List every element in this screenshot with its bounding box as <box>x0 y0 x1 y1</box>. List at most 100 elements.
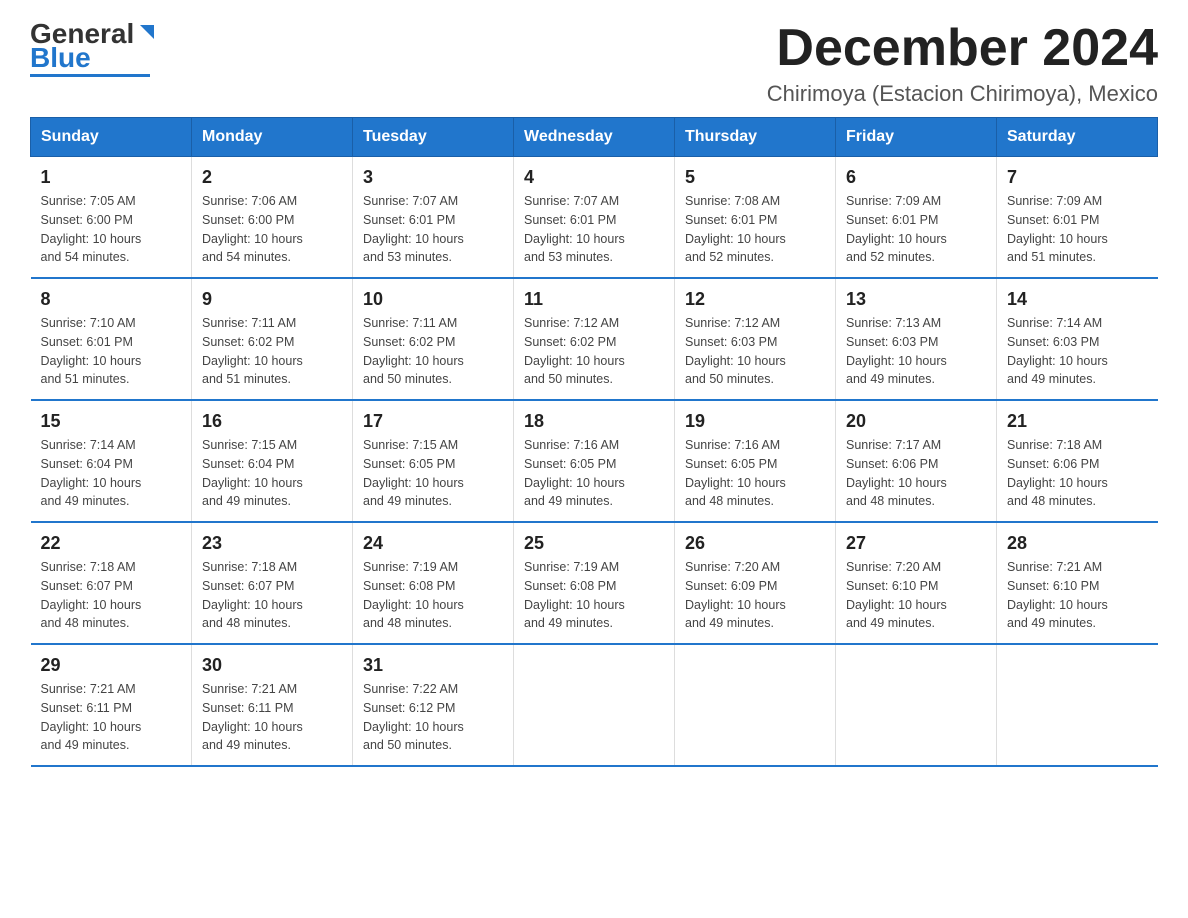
calendar-cell: 26 Sunrise: 7:20 AM Sunset: 6:09 PM Dayli… <box>675 522 836 644</box>
calendar-cell: 23 Sunrise: 7:18 AM Sunset: 6:07 PM Dayli… <box>192 522 353 644</box>
calendar-cell: 1 Sunrise: 7:05 AM Sunset: 6:00 PM Daylig… <box>31 157 192 279</box>
day-info: Sunrise: 7:19 AM Sunset: 6:08 PM Dayligh… <box>363 558 503 633</box>
day-info: Sunrise: 7:20 AM Sunset: 6:09 PM Dayligh… <box>685 558 825 633</box>
day-number: 6 <box>846 167 986 188</box>
day-number: 20 <box>846 411 986 432</box>
day-info: Sunrise: 7:05 AM Sunset: 6:00 PM Dayligh… <box>41 192 182 267</box>
calendar-cell: 21 Sunrise: 7:18 AM Sunset: 6:06 PM Dayli… <box>997 400 1158 522</box>
subtitle: Chirimoya (Estacion Chirimoya), Mexico <box>767 81 1158 107</box>
day-info: Sunrise: 7:21 AM Sunset: 6:11 PM Dayligh… <box>202 680 342 755</box>
logo-triangle-icon <box>136 21 158 43</box>
day-number: 5 <box>685 167 825 188</box>
day-number: 18 <box>524 411 664 432</box>
calendar-cell: 24 Sunrise: 7:19 AM Sunset: 6:08 PM Dayli… <box>353 522 514 644</box>
day-info: Sunrise: 7:21 AM Sunset: 6:10 PM Dayligh… <box>1007 558 1148 633</box>
day-number: 10 <box>363 289 503 310</box>
day-info: Sunrise: 7:19 AM Sunset: 6:08 PM Dayligh… <box>524 558 664 633</box>
calendar-cell <box>997 644 1158 766</box>
day-number: 25 <box>524 533 664 554</box>
day-number: 22 <box>41 533 182 554</box>
calendar-cell: 27 Sunrise: 7:20 AM Sunset: 6:10 PM Dayli… <box>836 522 997 644</box>
calendar-cell <box>675 644 836 766</box>
calendar-week-row: 15Sunrise: 7:14 AM Sunset: 6:04 PM Dayli… <box>31 400 1158 522</box>
logo-underline <box>30 74 150 77</box>
calendar-week-row: 8 Sunrise: 7:10 AM Sunset: 6:01 PM Daylig… <box>31 278 1158 400</box>
day-info: Sunrise: 7:20 AM Sunset: 6:10 PM Dayligh… <box>846 558 986 633</box>
day-info: Sunrise: 7:10 AM Sunset: 6:01 PM Dayligh… <box>41 314 182 389</box>
day-info: Sunrise: 7:12 AM Sunset: 6:02 PM Dayligh… <box>524 314 664 389</box>
col-header-wednesday: Wednesday <box>514 118 675 157</box>
calendar-cell: 16 Sunrise: 7:15 AM Sunset: 6:04 PM Dayli… <box>192 400 353 522</box>
day-info: Sunrise: 7:11 AM Sunset: 6:02 PM Dayligh… <box>202 314 342 389</box>
day-info: Sunrise: 7:14 AM Sunset: 6:03 PM Dayligh… <box>1007 314 1148 389</box>
day-info: Sunrise: 7:16 AM Sunset: 6:05 PM Dayligh… <box>685 436 825 511</box>
day-number: 9 <box>202 289 342 310</box>
calendar-cell: 9 Sunrise: 7:11 AM Sunset: 6:02 PM Daylig… <box>192 278 353 400</box>
calendar-cell <box>514 644 675 766</box>
calendar-cell: 31Sunrise: 7:22 AM Sunset: 6:12 PM Dayli… <box>353 644 514 766</box>
calendar-cell: 6 Sunrise: 7:09 AM Sunset: 6:01 PM Daylig… <box>836 157 997 279</box>
calendar-cell: 8 Sunrise: 7:10 AM Sunset: 6:01 PM Daylig… <box>31 278 192 400</box>
day-number: 8 <box>41 289 182 310</box>
day-number: 26 <box>685 533 825 554</box>
day-number: 15 <box>41 411 182 432</box>
day-info: Sunrise: 7:18 AM Sunset: 6:07 PM Dayligh… <box>41 558 182 633</box>
logo-blue-text: Blue <box>30 44 91 72</box>
col-header-thursday: Thursday <box>675 118 836 157</box>
col-header-friday: Friday <box>836 118 997 157</box>
calendar-cell: 22 Sunrise: 7:18 AM Sunset: 6:07 PM Dayli… <box>31 522 192 644</box>
day-number: 21 <box>1007 411 1148 432</box>
day-number: 11 <box>524 289 664 310</box>
main-title: December 2024 <box>767 20 1158 77</box>
calendar-cell: 25 Sunrise: 7:19 AM Sunset: 6:08 PM Dayli… <box>514 522 675 644</box>
calendar-cell: 30 Sunrise: 7:21 AM Sunset: 6:11 PM Dayli… <box>192 644 353 766</box>
day-number: 23 <box>202 533 342 554</box>
day-info: Sunrise: 7:18 AM Sunset: 6:07 PM Dayligh… <box>202 558 342 633</box>
day-info: Sunrise: 7:11 AM Sunset: 6:02 PM Dayligh… <box>363 314 503 389</box>
day-info: Sunrise: 7:09 AM Sunset: 6:01 PM Dayligh… <box>1007 192 1148 267</box>
day-info: Sunrise: 7:22 AM Sunset: 6:12 PM Dayligh… <box>363 680 503 755</box>
logo: General Blue <box>30 20 158 77</box>
day-number: 12 <box>685 289 825 310</box>
calendar-cell: 20 Sunrise: 7:17 AM Sunset: 6:06 PM Dayli… <box>836 400 997 522</box>
day-info: Sunrise: 7:09 AM Sunset: 6:01 PM Dayligh… <box>846 192 986 267</box>
day-number: 19 <box>685 411 825 432</box>
col-header-sunday: Sunday <box>31 118 192 157</box>
calendar-cell: 14Sunrise: 7:14 AM Sunset: 6:03 PM Dayli… <box>997 278 1158 400</box>
day-info: Sunrise: 7:15 AM Sunset: 6:04 PM Dayligh… <box>202 436 342 511</box>
calendar-cell: 28 Sunrise: 7:21 AM Sunset: 6:10 PM Dayli… <box>997 522 1158 644</box>
calendar-cell: 10 Sunrise: 7:11 AM Sunset: 6:02 PM Dayli… <box>353 278 514 400</box>
day-number: 30 <box>202 655 342 676</box>
page-header: General Blue December 2024 Chirimoya (Es… <box>30 20 1158 107</box>
day-info: Sunrise: 7:16 AM Sunset: 6:05 PM Dayligh… <box>524 436 664 511</box>
day-number: 2 <box>202 167 342 188</box>
calendar-header-row: SundayMondayTuesdayWednesdayThursdayFrid… <box>31 118 1158 157</box>
calendar-week-row: 1 Sunrise: 7:05 AM Sunset: 6:00 PM Daylig… <box>31 157 1158 279</box>
day-number: 27 <box>846 533 986 554</box>
calendar-cell: 18 Sunrise: 7:16 AM Sunset: 6:05 PM Dayli… <box>514 400 675 522</box>
day-number: 1 <box>41 167 182 188</box>
title-section: December 2024 Chirimoya (Estacion Chirim… <box>767 20 1158 107</box>
day-number: 24 <box>363 533 503 554</box>
calendar-cell: 17Sunrise: 7:15 AM Sunset: 6:05 PM Dayli… <box>353 400 514 522</box>
day-number: 28 <box>1007 533 1148 554</box>
calendar-cell: 15Sunrise: 7:14 AM Sunset: 6:04 PM Dayli… <box>31 400 192 522</box>
calendar-cell: 4Sunrise: 7:07 AM Sunset: 6:01 PM Daylig… <box>514 157 675 279</box>
day-number: 3 <box>363 167 503 188</box>
day-info: Sunrise: 7:07 AM Sunset: 6:01 PM Dayligh… <box>363 192 503 267</box>
calendar-cell: 29Sunrise: 7:21 AM Sunset: 6:11 PM Dayli… <box>31 644 192 766</box>
day-info: Sunrise: 7:15 AM Sunset: 6:05 PM Dayligh… <box>363 436 503 511</box>
day-info: Sunrise: 7:06 AM Sunset: 6:00 PM Dayligh… <box>202 192 342 267</box>
calendar-cell: 7Sunrise: 7:09 AM Sunset: 6:01 PM Daylig… <box>997 157 1158 279</box>
calendar-week-row: 29 Sunrise: 7:21 AM Sunset: 6:11 PM Dayli… <box>31 644 1158 766</box>
calendar-cell <box>836 644 997 766</box>
day-number: 29 <box>41 655 182 676</box>
day-info: Sunrise: 7:12 AM Sunset: 6:03 PM Dayligh… <box>685 314 825 389</box>
calendar-week-row: 22 Sunrise: 7:18 AM Sunset: 6:07 PM Dayli… <box>31 522 1158 644</box>
calendar-table: SundayMondayTuesdayWednesdayThursdayFrid… <box>30 117 1158 767</box>
day-info: Sunrise: 7:18 AM Sunset: 6:06 PM Dayligh… <box>1007 436 1148 511</box>
day-info: Sunrise: 7:17 AM Sunset: 6:06 PM Dayligh… <box>846 436 986 511</box>
day-number: 16 <box>202 411 342 432</box>
calendar-cell: 12 Sunrise: 7:12 AM Sunset: 6:03 PM Dayli… <box>675 278 836 400</box>
col-header-saturday: Saturday <box>997 118 1158 157</box>
